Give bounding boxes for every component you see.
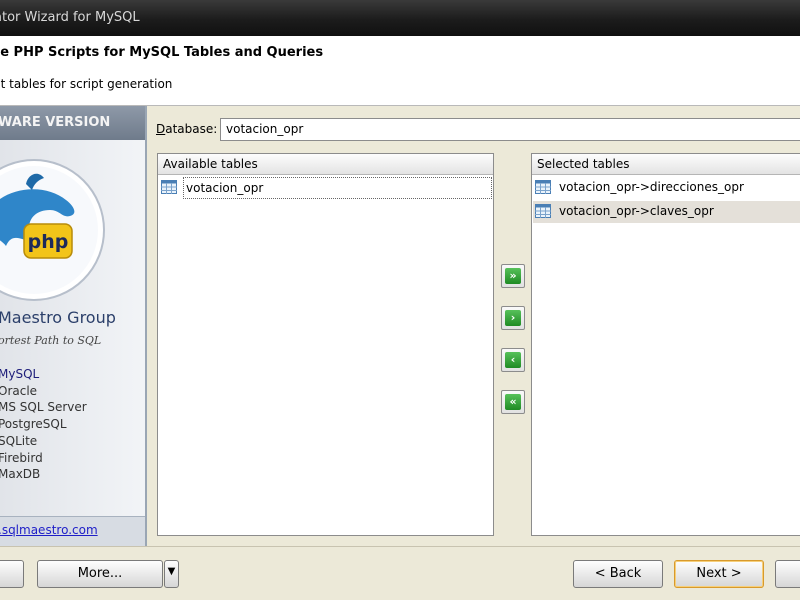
- page-title: te PHP Scripts for MySQL Tables and Quer…: [0, 45, 324, 60]
- double-chevron-right-icon: »: [505, 268, 521, 284]
- window-title: ator Wizard for MySQL: [0, 10, 140, 25]
- available-tables-list[interactable]: Available tables votacion_opr: [157, 153, 494, 536]
- add-all-button[interactable]: »: [501, 264, 525, 288]
- button-bar: More... ▼ < Back Next >: [0, 546, 800, 600]
- list-item-label: votacion_opr->claves_opr: [559, 204, 714, 218]
- list-item[interactable]: votacion_opr->direcciones_opr: [533, 177, 800, 199]
- selected-tables-header: Selected tables: [532, 154, 800, 175]
- chevron-down-icon: ▼: [167, 566, 176, 577]
- website-link[interactable]: .sqlmaestro.com: [0, 523, 98, 537]
- list-item-selected[interactable]: votacion_opr->claves_opr: [533, 201, 800, 223]
- selected-tables-list[interactable]: Selected tables votacion_opr->direccione…: [531, 153, 800, 536]
- help-button[interactable]: [0, 560, 24, 588]
- php-badge-text: php: [28, 231, 69, 253]
- table-icon: [161, 180, 177, 194]
- more-button[interactable]: More...: [37, 560, 163, 588]
- db-item-oracle: Oracle: [0, 383, 38, 398]
- add-button[interactable]: ›: [501, 306, 525, 330]
- db-item-maxdb: MaxDB: [0, 467, 41, 482]
- database-label-text: atabase:: [165, 122, 218, 136]
- dolphin-logo-icon: php: [0, 159, 105, 301]
- list-item[interactable]: votacion_opr: [159, 177, 492, 199]
- available-tables-header: Available tables: [158, 154, 493, 175]
- version-banner: WARE VERSION: [0, 106, 145, 140]
- supported-db-list: MySQL Oracle MS SQL Server PostgreSQL SQ…: [0, 366, 87, 483]
- list-item-label: votacion_opr->direcciones_opr: [559, 180, 744, 194]
- database-label: Database:: [156, 122, 217, 136]
- db-item-firebird: Firebird: [0, 450, 43, 465]
- db-item-postgresql: PostgreSQL: [0, 417, 67, 432]
- double-chevron-left-icon: «: [505, 394, 521, 410]
- window-titlebar: ator Wizard for MySQL: [0, 0, 800, 36]
- db-item-sqlite: SQLite: [0, 433, 38, 448]
- back-button[interactable]: < Back: [573, 560, 663, 588]
- list-item-label: votacion_opr: [183, 177, 492, 199]
- db-item-mssql: MS SQL Server: [0, 400, 87, 415]
- remove-all-button[interactable]: «: [501, 390, 525, 414]
- chevron-left-icon: ‹: [505, 352, 521, 368]
- brand-name: Maestro Group: [0, 308, 116, 327]
- database-label-accel: D: [156, 122, 166, 136]
- brand-tagline: ortest Path to SQL: [0, 334, 102, 347]
- db-item-mysql: MySQL: [0, 367, 40, 381]
- next-button[interactable]: Next >: [674, 560, 764, 588]
- database-field[interactable]: votacion_opr: [220, 118, 800, 141]
- php-logo: php: [0, 158, 106, 302]
- remove-button[interactable]: ‹: [501, 348, 525, 372]
- table-icon: [535, 180, 551, 194]
- table-icon: [535, 204, 551, 218]
- more-dropdown-button[interactable]: ▼: [164, 560, 179, 588]
- sidebar-footer: .sqlmaestro.com: [0, 516, 145, 546]
- version-banner-text: WARE VERSION: [0, 115, 111, 130]
- sidebar: WARE VERSION php Maestro Group ortest Pa…: [0, 106, 147, 546]
- wizard-header: te PHP Scripts for MySQL Tables and Quer…: [0, 36, 800, 106]
- chevron-right-icon: ›: [505, 310, 521, 326]
- page-subtitle: ct tables for script generation: [0, 77, 173, 91]
- finish-button[interactable]: [775, 560, 800, 588]
